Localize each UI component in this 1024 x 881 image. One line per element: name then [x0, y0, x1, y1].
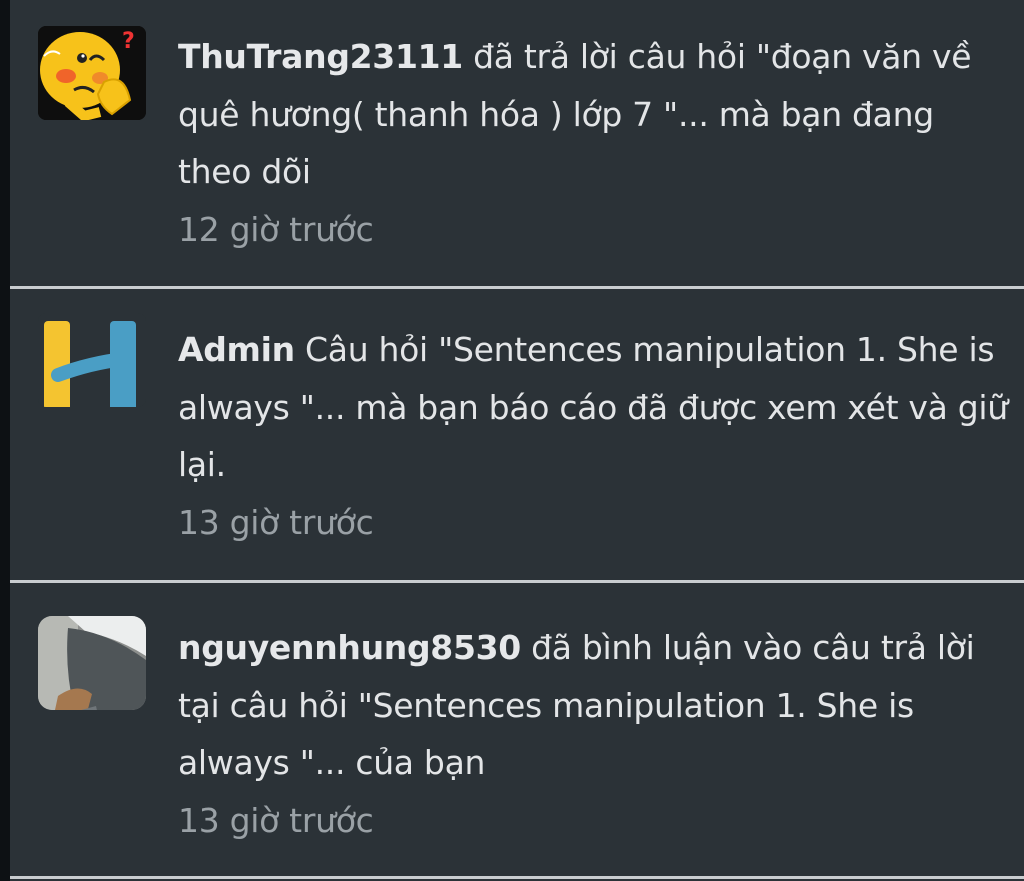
- divider: [10, 286, 1024, 289]
- divider: [10, 580, 1024, 583]
- left-edge: [0, 0, 10, 881]
- notification-item[interactable]: nguyennhung8530 đã bình luận vào câu trả…: [10, 583, 1024, 876]
- username-link[interactable]: ThuTrang23111: [178, 37, 463, 76]
- timestamp: 13 giờ trước: [178, 502, 374, 542]
- svg-text:?: ?: [122, 29, 135, 54]
- photo-avatar: [38, 616, 146, 710]
- notification-item[interactable]: ? ThuTrang23111 đã trả lời câu hỏi "đoạn…: [10, 0, 1024, 286]
- timestamp: 13 giờ trước: [178, 800, 374, 840]
- timestamp: 12 giờ trước: [178, 209, 374, 249]
- notification-item[interactable]: Admin Câu hỏi "Sentences manipulation 1.…: [10, 289, 1024, 580]
- username-link[interactable]: Admin: [178, 330, 295, 369]
- avatar[interactable]: [38, 616, 146, 710]
- notification-list: ? ThuTrang23111 đã trả lời câu hỏi "đoạn…: [10, 0, 1024, 881]
- h-logo-icon: [44, 321, 136, 407]
- notification-message: Câu hỏi "Sentences manipulation 1. She i…: [178, 330, 1008, 484]
- emoji-face-icon: ?: [38, 26, 146, 120]
- avatar[interactable]: [38, 313, 146, 407]
- avatar[interactable]: ?: [38, 26, 146, 120]
- username-link[interactable]: nguyennhung8530: [178, 628, 521, 667]
- divider: [10, 876, 1024, 879]
